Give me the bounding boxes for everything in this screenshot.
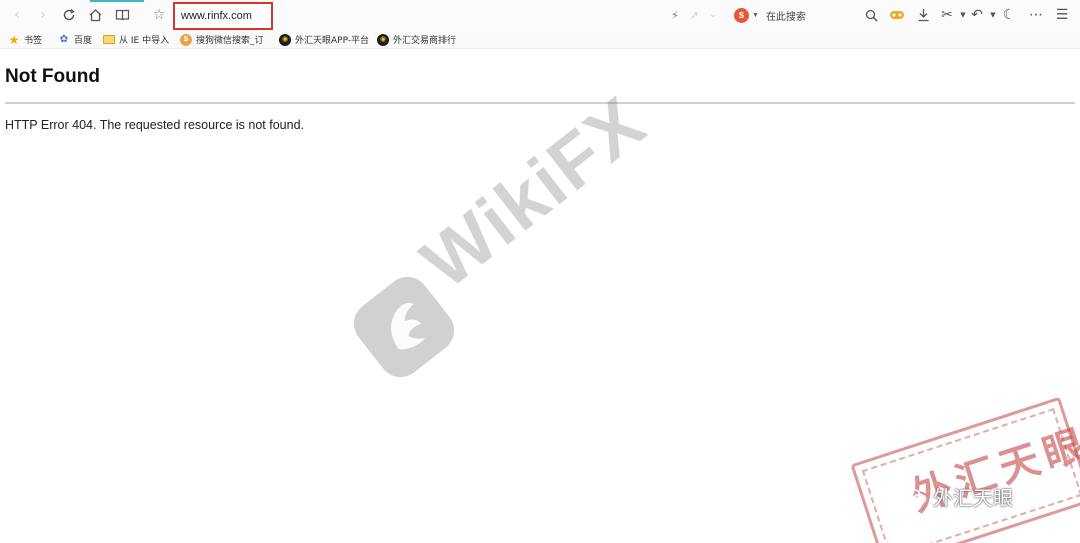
chevron-down-icon[interactable]: ⌄ bbox=[704, 6, 722, 24]
reading-view-icon[interactable] bbox=[113, 6, 131, 24]
wechat-account-label: 外汇天眼 bbox=[933, 486, 1013, 510]
bookmark-label: 搜狗微信搜索_订 bbox=[196, 36, 264, 46]
home-icon[interactable] bbox=[86, 6, 104, 24]
baidu-paw-icon: ✿ bbox=[59, 33, 69, 45]
search-engine-selector[interactable]: S ▼ 在此搜索 bbox=[734, 6, 806, 24]
bookmark-item-fx-ranking[interactable]: ◉ 外汇交易商排行 bbox=[377, 32, 456, 47]
wechat-account-tag: 外汇天眼 bbox=[905, 482, 1013, 511]
favorite-star-icon[interactable]: ☆ bbox=[150, 6, 168, 24]
error-message: HTTP Error 404. The requested resource i… bbox=[5, 118, 304, 132]
reload-icon[interactable] bbox=[60, 6, 78, 24]
sogou-logo-icon[interactable]: S bbox=[734, 7, 749, 23]
more-icon[interactable]: ⋯ bbox=[1027, 6, 1045, 24]
download-icon[interactable] bbox=[914, 6, 932, 24]
bookmark-item-sogou-wechat[interactable]: S 搜狗微信搜索_订 bbox=[180, 32, 264, 47]
night-mode-icon[interactable]: ☾ bbox=[1000, 6, 1018, 24]
bookmark-item-favorites[interactable]: ★ 书签 bbox=[8, 32, 42, 47]
bookmark-label: 书签 bbox=[24, 36, 43, 46]
browser-toolbar: ‹ › ☆ www.rinfx.com ⚡ ↗ ⌄ S ▼ 在此搜索 ✂ ▼ ↶… bbox=[0, 0, 1080, 30]
wikifx-watermark-text: WikiFX bbox=[406, 79, 661, 305]
bookmark-item-baidu[interactable]: ✿ 百度 bbox=[58, 32, 92, 47]
back-icon[interactable]: ‹ bbox=[8, 6, 26, 24]
bookmark-item-import-ie[interactable]: 从 IE 中导入 bbox=[103, 32, 169, 47]
address-bar-url[interactable]: www.rinfx.com bbox=[181, 10, 252, 22]
bookmark-label: 从 IE 中导入 bbox=[119, 36, 170, 46]
address-bar[interactable]: www.rinfx.com bbox=[173, 2, 273, 30]
title-divider bbox=[5, 102, 1075, 104]
bookmarks-bar: ★ 书签 ✿ 百度 从 IE 中导入 S 搜狗微信搜索_订 ◉ 外汇天眼APP-… bbox=[0, 30, 1080, 49]
forward-icon[interactable]: › bbox=[34, 6, 52, 24]
bookmark-item-fx-app[interactable]: ◉ 外汇天眼APP-平台 bbox=[279, 32, 369, 47]
fx-eye-stamp: 外汇天眼 bbox=[850, 396, 1080, 543]
folder-icon bbox=[103, 35, 115, 44]
search-input[interactable]: 在此搜索 bbox=[766, 8, 806, 23]
active-tab-indicator bbox=[90, 0, 144, 2]
fx-eye-icon: ◉ bbox=[279, 33, 291, 46]
share-icon[interactable]: ↗ bbox=[685, 6, 703, 24]
game-icon[interactable] bbox=[888, 6, 906, 24]
fx-eye-icon: ◉ bbox=[377, 33, 389, 46]
bookmark-label: 百度 bbox=[74, 36, 93, 46]
sogou-icon: S bbox=[180, 33, 192, 46]
page-title: Not Found bbox=[5, 66, 100, 87]
caret-down-icon[interactable]: ▼ bbox=[752, 12, 759, 19]
star-icon: ★ bbox=[8, 32, 20, 47]
menu-icon[interactable]: ☰ bbox=[1053, 6, 1071, 24]
flash-icon[interactable]: ⚡ bbox=[666, 6, 684, 24]
magnifier-icon[interactable] bbox=[862, 6, 880, 24]
bookmark-label: 外汇交易商排行 bbox=[393, 36, 457, 46]
wechat-icon bbox=[905, 488, 927, 504]
bookmark-label: 外汇天眼APP-平台 bbox=[295, 36, 370, 46]
